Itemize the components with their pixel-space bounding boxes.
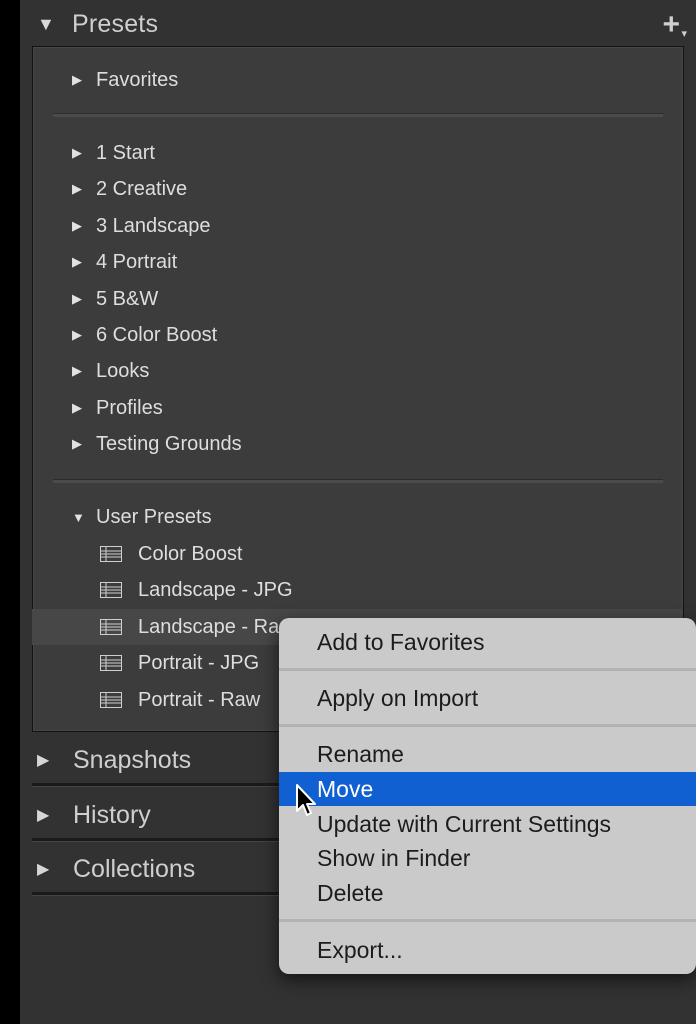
preset-list-icon <box>100 692 122 708</box>
preset-list-icon <box>100 619 122 635</box>
triangle-right-icon[interactable]: ▶ <box>72 400 96 416</box>
preset-list-icon <box>100 655 122 671</box>
preset-label: Landscape - JPG <box>138 578 293 601</box>
folder-6-color-boost[interactable]: ▶ 6 Color Boost <box>72 317 217 353</box>
section-title: Collections <box>73 854 196 883</box>
menu-item-delete[interactable]: Delete <box>279 876 696 910</box>
menu-item-export[interactable]: Export... <box>279 933 696 967</box>
triangle-right-icon[interactable]: ▶ <box>37 750 59 770</box>
presets-header[interactable]: ▼ Presets <box>20 0 696 48</box>
triangle-right-icon[interactable]: ▶ <box>72 72 96 88</box>
preset-item[interactable]: Color Boost <box>32 536 682 572</box>
triangle-right-icon[interactable]: ▶ <box>72 327 96 343</box>
menu-item-apply-on-import[interactable]: Apply on Import <box>279 681 696 715</box>
menu-item-update-with-current-settings[interactable]: Update with Current Settings <box>279 807 696 841</box>
folder-favorites[interactable]: ▶ Favorites <box>72 62 178 98</box>
folder-2-creative[interactable]: ▶ 2 Creative <box>72 171 187 207</box>
preset-label: Portrait - JPG <box>138 651 260 674</box>
plus-icon: + <box>662 8 680 41</box>
triangle-right-icon[interactable]: ▶ <box>72 291 96 307</box>
triangle-down-icon[interactable]: ▼ <box>37 15 55 33</box>
menu-item-add-to-favorites[interactable]: Add to Favorites <box>279 625 696 659</box>
window-edge <box>0 0 20 1024</box>
folder-label: 5 B&W <box>96 287 159 310</box>
folder-testing-grounds[interactable]: ▶ Testing Grounds <box>72 426 242 462</box>
folder-1-start[interactable]: ▶ 1 Start <box>72 135 155 171</box>
preset-item[interactable]: Landscape - JPG <box>32 572 682 608</box>
preset-label: Landscape - Ra <box>138 615 280 638</box>
preset-list-icon <box>100 582 122 598</box>
preset-label: Portrait - Raw <box>138 688 261 711</box>
menu-item-show-in-finder[interactable]: Show in Finder <box>279 841 696 875</box>
triangle-down-icon[interactable]: ▼ <box>72 510 96 525</box>
folder-label: Testing Grounds <box>96 432 242 455</box>
triangle-right-icon[interactable]: ▶ <box>37 859 59 879</box>
section-title: History <box>73 800 151 829</box>
triangle-right-icon[interactable]: ▶ <box>72 254 96 270</box>
add-preset-button[interactable]: + ▾ <box>662 8 687 41</box>
divider <box>53 113 663 117</box>
preset-label: Color Boost <box>138 542 243 565</box>
presets-title: Presets <box>72 9 159 38</box>
triangle-right-icon[interactable]: ▶ <box>72 218 96 234</box>
folder-3-landscape[interactable]: ▶ 3 Landscape <box>72 208 211 244</box>
folder-looks[interactable]: ▶ Looks <box>72 353 149 389</box>
folder-label: 4 Portrait <box>96 250 178 273</box>
divider <box>53 479 663 483</box>
folder-label: Profiles <box>96 396 163 419</box>
triangle-right-icon[interactable]: ▶ <box>72 181 96 197</box>
section-title: Snapshots <box>73 745 192 774</box>
folder-label: 2 Creative <box>96 177 188 200</box>
folder-label: 6 Color Boost <box>96 323 218 346</box>
folder-profiles[interactable]: ▶ Profiles <box>72 390 163 426</box>
folder-label: Looks <box>96 359 150 382</box>
folder-5-bw[interactable]: ▶ 5 B&W <box>72 281 158 317</box>
folder-4-portrait[interactable]: ▶ 4 Portrait <box>72 244 177 280</box>
arrow-cursor-icon <box>295 783 319 819</box>
menu-item-rename[interactable]: Rename <box>279 737 696 771</box>
triangle-right-icon[interactable]: ▶ <box>37 805 59 825</box>
menu-item-move[interactable]: Move <box>279 772 696 806</box>
menu-separator <box>279 668 696 671</box>
triangle-right-icon[interactable]: ▶ <box>72 145 96 161</box>
folder-label: 3 Landscape <box>96 214 211 237</box>
folder-label: Favorites <box>96 68 179 91</box>
triangle-right-icon[interactable]: ▶ <box>72 363 96 379</box>
triangle-right-icon[interactable]: ▶ <box>72 436 96 452</box>
folder-label: 1 Start <box>96 141 155 164</box>
folder-user-presets[interactable]: ▼ User Presets <box>72 499 212 535</box>
folder-label: User Presets <box>96 505 212 528</box>
menu-separator <box>279 919 696 922</box>
menu-separator <box>279 724 696 727</box>
preset-list-icon <box>100 546 122 562</box>
chevron-down-icon: ▾ <box>681 28 687 40</box>
context-menu: Add to Favorites Apply on Import Rename … <box>279 618 696 974</box>
